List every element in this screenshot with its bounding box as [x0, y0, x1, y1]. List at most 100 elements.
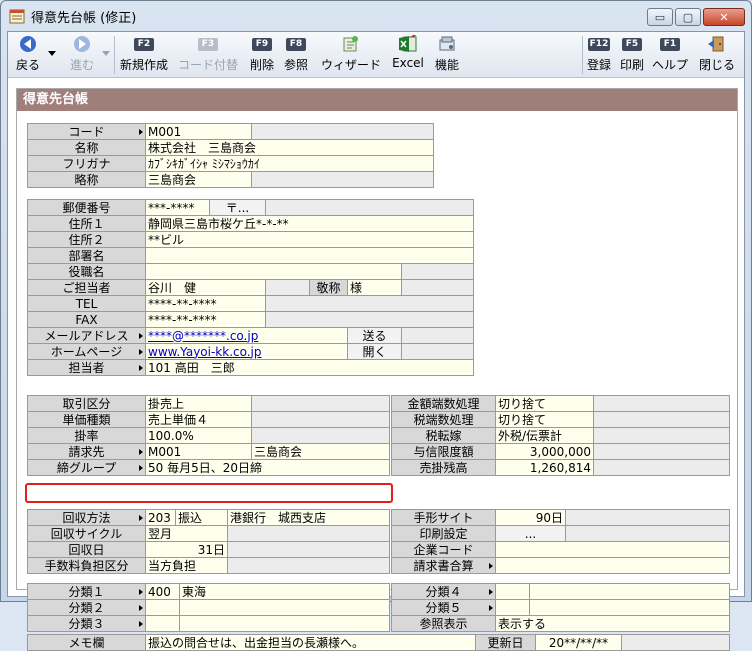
- f12-key-icon: F12: [587, 37, 611, 51]
- postal-lookup-button[interactable]: 〒...: [209, 199, 266, 216]
- homepage-label: ホームページ: [27, 343, 146, 360]
- wizard-icon: [343, 36, 358, 52]
- maximize-icon: ▢: [682, 10, 694, 24]
- address1-field[interactable]: 静岡県三島市桜ケ丘*-*-**: [145, 215, 474, 232]
- price-type-field[interactable]: 売上単価４: [145, 411, 252, 428]
- collection-right-table: 手形サイト 90日 印刷設定 ... 企業コード 請求書合算: [391, 509, 730, 574]
- close-window-button[interactable]: ✕: [703, 8, 745, 26]
- ledger-panel: 得意先台帳 コード M001 名称 株式会社 三島商会 フリガナ ｶﾌﾞｼｷｶﾞ…: [16, 88, 738, 651]
- position-field[interactable]: [145, 263, 402, 280]
- company-code-field[interactable]: [495, 541, 730, 558]
- minimize-button[interactable]: ▭: [647, 8, 673, 26]
- register-button[interactable]: F12 登録: [584, 34, 614, 76]
- fax-field[interactable]: ****-**-****: [145, 311, 266, 328]
- title-bar: 得意先台帳 (修正) ▭ ▢ ✕: [1, 1, 751, 31]
- forward-button[interactable]: 進む: [62, 34, 102, 76]
- basic-info-table: コード M001 名称 株式会社 三島商会 フリガナ ｶﾌﾞｼｷｶﾞｲｼｬ ﾐｼ…: [27, 123, 434, 188]
- email-field[interactable]: ****@*******.co.jp: [145, 327, 348, 344]
- excel-label: Excel: [392, 56, 424, 70]
- name-field[interactable]: 株式会社 三島商会: [145, 139, 434, 156]
- code-assign-label: コード付替: [177, 58, 238, 72]
- staff-field[interactable]: 101 高田 三郎: [145, 359, 474, 376]
- open-homepage-button[interactable]: 開く: [347, 343, 402, 360]
- code-assign-button[interactable]: F3 コード付替: [176, 34, 240, 76]
- homepage-field[interactable]: www.Yayoi-kk.co.jp: [145, 343, 348, 360]
- billing-code-field[interactable]: M001: [145, 443, 252, 460]
- forward-dropdown-icon[interactable]: [102, 46, 110, 60]
- honorific-field[interactable]: 様: [347, 279, 402, 296]
- note-site-label: 手形サイト: [391, 509, 496, 526]
- classification-right-table: 分類４ 分類５ 参照表示 表示する: [391, 583, 730, 632]
- code-label: コード: [27, 123, 146, 140]
- cat4-code[interactable]: [495, 583, 530, 600]
- back-arrow-icon: [20, 36, 36, 52]
- delete-button[interactable]: F9 削除: [248, 34, 276, 76]
- toolbar-separator: [114, 36, 115, 74]
- tax-rounding-label: 税端数処理: [391, 411, 496, 428]
- minimize-icon: ▭: [654, 10, 666, 24]
- postal-field[interactable]: ***-****: [145, 199, 210, 216]
- display-label: 参照表示: [391, 615, 496, 632]
- staff-name: 高田 三郎: [174, 360, 235, 375]
- tax-transfer-field[interactable]: 外税/伝票計: [495, 427, 594, 444]
- help-label: ヘルプ: [651, 58, 688, 72]
- trade-table: 取引区分 掛売上 単価種類 売上単価４ 掛率 100.0% 請求先 M001 三…: [27, 395, 390, 476]
- collection-cycle-field[interactable]: 翌月: [145, 525, 228, 542]
- cat3-code[interactable]: [145, 615, 180, 632]
- note-site-field[interactable]: 90日: [495, 509, 566, 526]
- close-button[interactable]: 閉じる: [696, 34, 738, 76]
- send-mail-button[interactable]: 送る: [347, 327, 402, 344]
- back-dropdown-icon[interactable]: [48, 46, 56, 60]
- furigana-field[interactable]: ｶﾌﾞｼｷｶﾞｲｼｬ ﾐｼﾏｼｮｳｶｲ: [145, 155, 434, 172]
- address-table: 郵便番号 ***-**** 〒... 住所１ 静岡県三島市桜ケ丘*-*-** 住…: [27, 199, 474, 376]
- excel-button[interactable]: Excel: [390, 34, 426, 76]
- wizard-button[interactable]: ウィザード: [318, 34, 384, 76]
- memo-field[interactable]: 振込の問合せは、出金担当の長瀬様へ。: [145, 634, 476, 651]
- display-field[interactable]: 表示する: [495, 615, 730, 632]
- function-icon: [439, 36, 455, 51]
- collection-cycle-label: 回収サイクル: [27, 525, 146, 542]
- address1-label: 住所１: [27, 215, 146, 232]
- back-button[interactable]: 戻る: [12, 34, 44, 76]
- f8-key-icon: F8: [286, 37, 306, 51]
- contact-field[interactable]: 谷川 健: [145, 279, 266, 296]
- address2-field[interactable]: **ビル: [145, 231, 474, 248]
- name-label: 名称: [27, 139, 146, 156]
- tel-field[interactable]: ****-**-****: [145, 295, 266, 312]
- print-setting-button[interactable]: ...: [495, 525, 566, 542]
- collection-method-code[interactable]: 203: [145, 509, 176, 526]
- collection-day-label: 回収日: [27, 541, 146, 558]
- wizard-label: ウィザード: [320, 58, 381, 72]
- help-button[interactable]: F1 ヘルプ: [650, 34, 690, 76]
- collection-day-field[interactable]: 31日: [145, 541, 228, 558]
- price-type-label: 単価種類: [27, 411, 146, 428]
- billing-name-field: 三島商会: [251, 443, 390, 460]
- window-title: 得意先台帳 (修正): [31, 10, 137, 26]
- furigana-label: フリガナ: [27, 155, 146, 172]
- tax-rounding-field[interactable]: 切り捨て: [495, 411, 594, 428]
- cat1-name: 東海: [179, 583, 390, 600]
- closing-group-highlight: [25, 483, 393, 503]
- email-label: メールアドレス: [27, 327, 146, 344]
- new-button[interactable]: F2 新規作成: [116, 34, 172, 76]
- back-label: 戻る: [15, 58, 40, 72]
- rounding-field[interactable]: 切り捨て: [495, 395, 594, 412]
- reference-button[interactable]: F8 参照: [282, 34, 310, 76]
- maximize-button[interactable]: ▢: [675, 8, 701, 26]
- short-name-field[interactable]: 三島商会: [145, 171, 252, 188]
- fee-field[interactable]: 当方負担: [145, 557, 228, 574]
- cat1-code[interactable]: 400: [145, 583, 180, 600]
- trade-type-field[interactable]: 掛売上: [145, 395, 252, 412]
- close-label: 閉じる: [698, 58, 735, 72]
- print-button[interactable]: F5 印刷: [618, 34, 646, 76]
- billing-label: 請求先: [27, 443, 146, 460]
- rate-field[interactable]: 100.0%: [145, 427, 252, 444]
- credit-limit-field[interactable]: 3,000,000: [495, 443, 594, 460]
- function-button[interactable]: 機能: [432, 34, 462, 76]
- closing-group-field[interactable]: 50 毎月5日、20日締: [145, 459, 390, 476]
- invoice-total-field[interactable]: [495, 557, 730, 574]
- department-field[interactable]: [145, 247, 474, 264]
- reference-label: 参照: [283, 58, 308, 72]
- postal-label: 郵便番号: [27, 199, 146, 216]
- code-field[interactable]: M001: [145, 123, 252, 140]
